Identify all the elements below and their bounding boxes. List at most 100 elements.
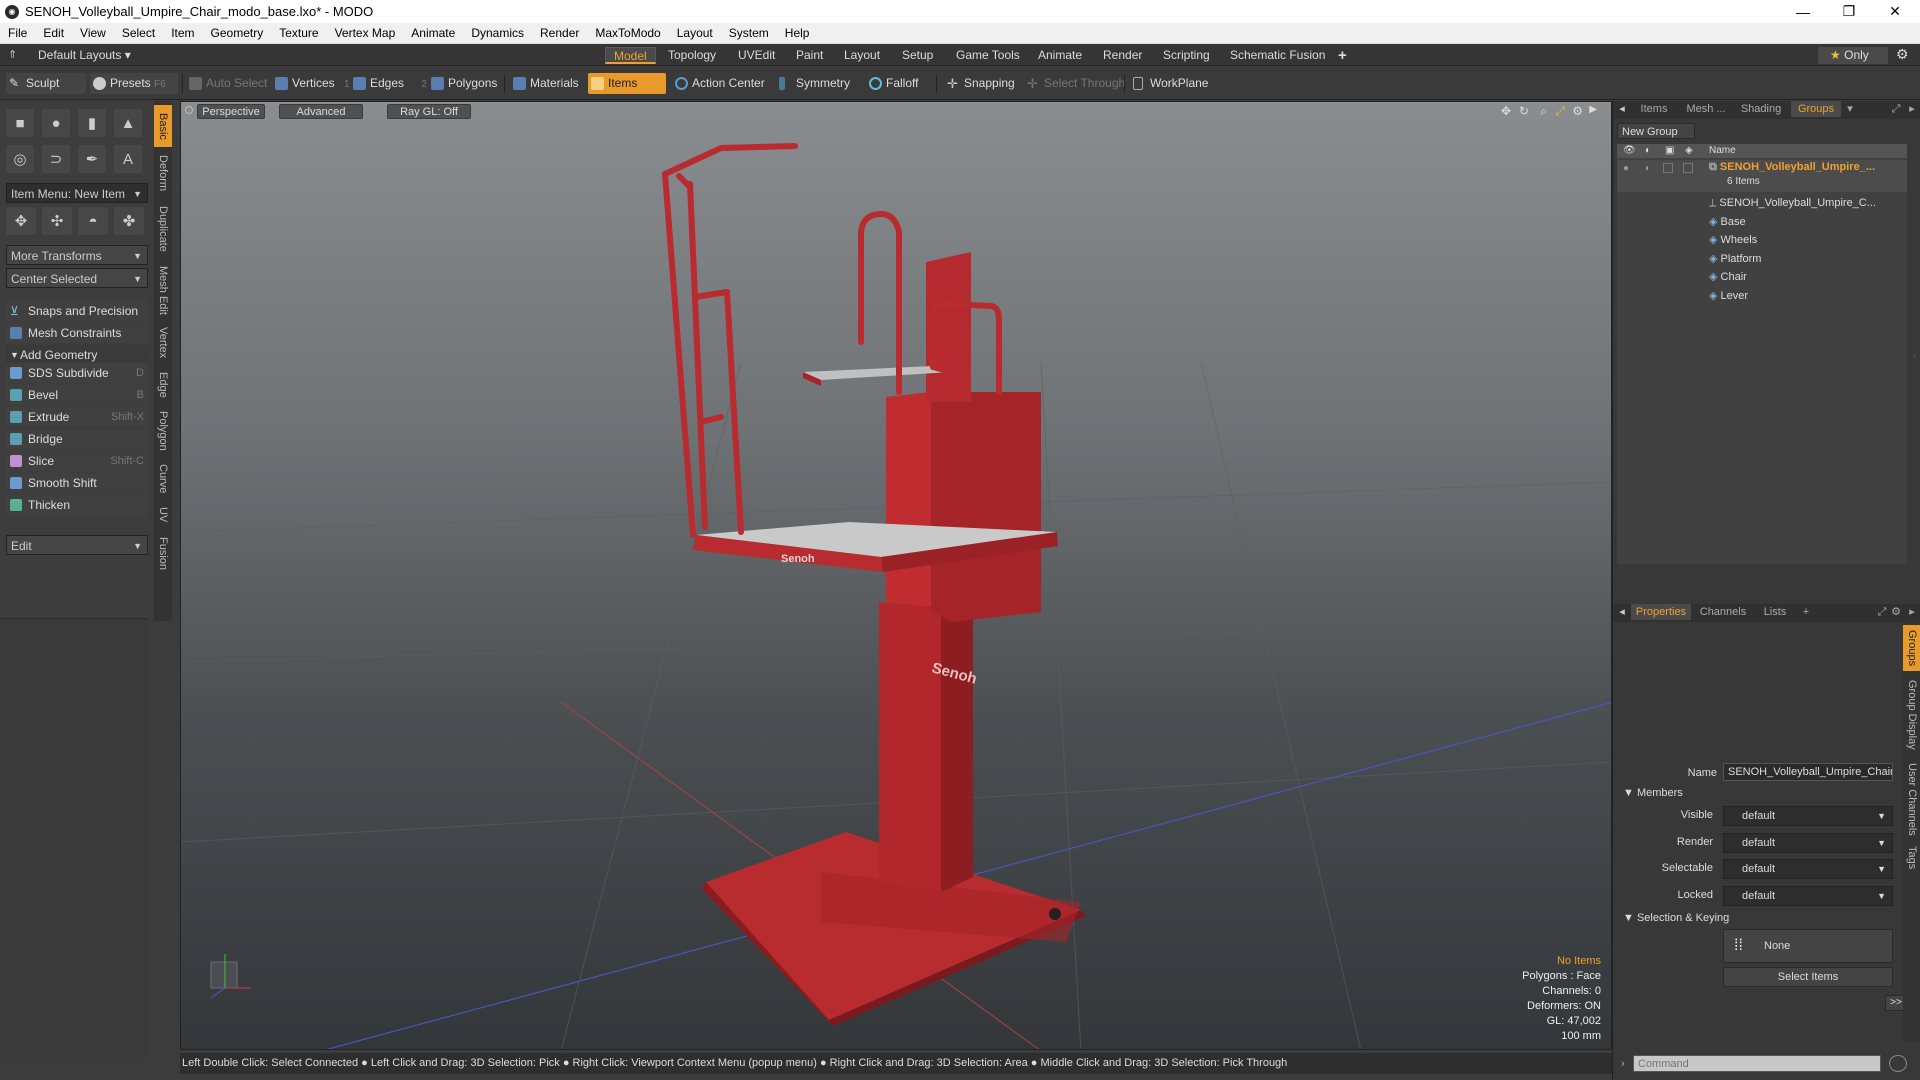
symmetry-button[interactable]: Symmetry	[776, 73, 850, 94]
materials-button[interactable]: Materials	[510, 73, 579, 94]
menu-view[interactable]: View	[72, 26, 114, 40]
tab-model[interactable]: Model	[605, 47, 656, 64]
group-member-row[interactable]: ◈ Lever	[1709, 287, 1748, 305]
cube-primitive-icon[interactable]: ■	[6, 109, 34, 137]
vtab-groups[interactable]: Groups	[1903, 625, 1920, 671]
vtab-basic[interactable]: Basic	[154, 105, 172, 147]
tool-extrude[interactable]: Extrude Shift-X	[6, 407, 148, 427]
tab-lists[interactable]: Lists	[1755, 604, 1795, 620]
tab-channels[interactable]: Channels	[1695, 604, 1751, 620]
tool-bevel[interactable]: Bevel B	[6, 385, 148, 405]
group-member-row[interactable]: ◈ Wheels	[1709, 231, 1757, 249]
add-tab-button[interactable]: +	[1330, 47, 1355, 64]
vtab-uv[interactable]: UV	[154, 501, 172, 529]
render-icon[interactable]: ◐	[1645, 144, 1651, 158]
panel-menu-icon[interactable]: ◂	[1617, 101, 1627, 117]
default-layouts-drop[interactable]: Default Layouts ▾	[38, 48, 131, 62]
tool-thicken[interactable]: Thicken	[6, 495, 148, 515]
cylinder-primitive-icon[interactable]: ▮	[78, 109, 106, 137]
none-button[interactable]: ⁞⁞ None	[1723, 929, 1893, 963]
vtab-fusion[interactable]: Fusion	[154, 531, 172, 577]
tool-slice[interactable]: Slice Shift-C	[6, 451, 148, 471]
tab-schematic-fusion[interactable]: Schematic Fusion	[1222, 47, 1333, 64]
only-toggle[interactable]: ★ Only	[1818, 47, 1888, 64]
move-tool-icon[interactable]: ✥	[6, 207, 36, 235]
gear-icon[interactable]: ⚙	[1896, 46, 1909, 63]
vtab-polygon[interactable]: Polygon	[154, 405, 172, 457]
vtab-group-display[interactable]: Group Display	[1903, 673, 1920, 757]
visibility-toggle-icon[interactable]: ●	[1623, 163, 1629, 174]
tab-game-tools[interactable]: Game Tools	[948, 47, 1028, 64]
panel-expand-icon[interactable]: ⤢	[1875, 604, 1889, 620]
snaps-precision-button[interactable]: ⊻ Snaps and Precision	[6, 301, 148, 321]
name-input[interactable]: SENOH_Volleyball_Umpire_Chair (	[1723, 763, 1893, 781]
add-tab-icon[interactable]: +	[1799, 604, 1813, 620]
restore-icon[interactable]: ❐	[1826, 0, 1872, 23]
tab-render[interactable]: Render	[1095, 47, 1150, 64]
transform-tool-icon[interactable]: ✤	[114, 207, 144, 235]
menu-layout[interactable]: Layout	[669, 26, 721, 40]
prop-selectable-dropdown[interactable]: default ▼	[1723, 859, 1893, 879]
command-input[interactable]	[1633, 1055, 1881, 1072]
presets-button[interactable]: Presets F6	[90, 73, 178, 94]
close-icon[interactable]: ✕	[1872, 0, 1918, 23]
group-row[interactable]: ● ◐ ⧉ SENOH_Volleyball_Umpire_... 6 Item…	[1617, 160, 1907, 192]
menu-render[interactable]: Render	[532, 26, 587, 40]
edit-dropdown[interactable]: Edit ▼	[6, 535, 148, 555]
snapping-button[interactable]: ✛ Snapping	[944, 73, 1015, 94]
menu-help[interactable]: Help	[777, 26, 818, 40]
action-center-button[interactable]: Action Center	[672, 73, 765, 94]
tool-sds-subdivide[interactable]: SDS Subdivide D	[6, 363, 148, 383]
lock-icon[interactable]: ▣	[1665, 144, 1674, 158]
menu-file[interactable]: File	[0, 26, 35, 40]
vtab-deform[interactable]: Deform	[154, 149, 172, 197]
selection-keying-section[interactable]: ▼ Selection & Keying	[1623, 912, 1729, 924]
menu-select[interactable]: Select	[114, 26, 163, 40]
polygons-button[interactable]: Polygons	[428, 73, 497, 94]
tool-bridge[interactable]: Bridge	[6, 429, 148, 449]
menu-item[interactable]: Item	[163, 26, 202, 40]
vtab-curve[interactable]: Curve	[154, 459, 172, 499]
mesh-constraints-button[interactable]: Mesh Constraints	[6, 323, 148, 343]
group-member-row[interactable]: ◈ Platform	[1709, 250, 1761, 268]
panel-expand-icon[interactable]: ⤢	[1889, 101, 1903, 117]
panel-menu-icon[interactable]: ◂	[1617, 604, 1627, 620]
tabs-dropdown-icon[interactable]: ▾	[1843, 101, 1857, 117]
members-section[interactable]: ▼ Members	[1623, 787, 1683, 799]
tab-groups[interactable]: Groups	[1791, 101, 1841, 117]
group-member-row[interactable]: ◈ Chair	[1709, 268, 1747, 286]
tab-scripting[interactable]: Scripting	[1155, 47, 1218, 64]
gear-icon[interactable]: ⚙	[1889, 604, 1903, 620]
tab-shading[interactable]: Shading	[1735, 101, 1787, 117]
select-toggle[interactable]	[1683, 163, 1693, 173]
menu-edit[interactable]: Edit	[35, 26, 72, 40]
menu-system[interactable]: System	[721, 26, 777, 40]
tab-mesh[interactable]: Mesh ...	[1681, 101, 1731, 117]
menu-texture[interactable]: Texture	[271, 26, 326, 40]
more-transforms-dropdown[interactable]: More Transforms ▼	[6, 245, 148, 265]
add-geometry-header[interactable]: ▼ Add Geometry	[6, 345, 148, 365]
sphere-primitive-icon[interactable]: ●	[42, 109, 70, 137]
vtab-mesh-edit[interactable]: Mesh Edit	[154, 261, 172, 319]
group-member-row[interactable]: ⟂ SENOH_Volleyball_Umpire_C...	[1709, 194, 1876, 212]
menu-vertex-map[interactable]: Vertex Map	[327, 26, 404, 40]
group-member-row[interactable]: ◈ Base	[1709, 213, 1746, 231]
tab-paint[interactable]: Paint	[788, 47, 831, 64]
tab-animate[interactable]: Animate	[1030, 47, 1090, 64]
tab-setup[interactable]: Setup	[894, 47, 941, 64]
scrollbar-handle[interactable]: ‹	[1913, 351, 1916, 362]
cone-primitive-icon[interactable]: ▲	[114, 109, 142, 137]
3d-viewport[interactable]: Perspective Advanced Ray GL: Off ✥ ↻ ⌕ ⤢…	[180, 101, 1612, 1050]
menu-geometry[interactable]: Geometry	[203, 26, 272, 40]
prop-render-dropdown[interactable]: default ▼	[1723, 832, 1893, 853]
menu-animate[interactable]: Animate	[403, 26, 463, 40]
edges-button[interactable]: Edges 2	[350, 73, 427, 94]
text-tool-icon[interactable]: A	[114, 145, 142, 173]
capsule-primitive-icon[interactable]: ⊃	[42, 145, 70, 173]
rotate-tool-icon[interactable]: ✣	[42, 207, 72, 235]
menu-dynamics[interactable]: Dynamics	[463, 26, 532, 40]
tab-layout[interactable]: Layout	[836, 47, 888, 64]
menu-maxtomodo[interactable]: MaxToModo	[587, 26, 668, 40]
vtab-vertex[interactable]: Vertex	[154, 321, 172, 365]
torus-primitive-icon[interactable]: ◎	[6, 145, 34, 173]
